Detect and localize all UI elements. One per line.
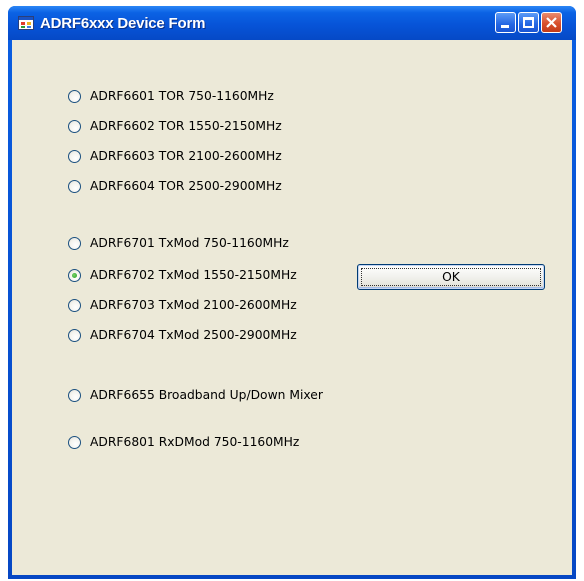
radio-button-icon[interactable] (68, 179, 81, 193)
title-bar[interactable]: ADRF6xxx Device Form (8, 6, 576, 40)
radio-adrf6701[interactable]: ADRF6701 TxMod 750-1160MHz (68, 233, 289, 253)
ok-button[interactable]: OK (357, 264, 545, 290)
radio-label: ADRF6604 TOR 2500-2900MHz (90, 179, 282, 193)
radio-label: ADRF6801 RxDMod 750-1160MHz (90, 435, 300, 449)
radio-adrf6703[interactable]: ADRF6703 TxMod 2100-2600MHz (68, 295, 297, 315)
app-icon[interactable] (18, 16, 34, 30)
radio-adrf6655[interactable]: ADRF6655 Broadband Up/Down Mixer (68, 385, 323, 405)
minimize-icon (501, 25, 509, 28)
maximize-icon (523, 17, 534, 28)
device-form-window: ADRF6xxx Device Form ADRF6601 TOR 750-11… (8, 6, 576, 579)
radio-adrf6603[interactable]: ADRF6603 TOR 2100-2600MHz (68, 146, 282, 166)
close-icon (546, 17, 557, 28)
radio-button-icon[interactable] (68, 149, 81, 163)
form-client-area: ADRF6601 TOR 750-1160MHz ADRF6602 TOR 15… (12, 40, 572, 575)
radio-label: ADRF6602 TOR 1550-2150MHz (90, 119, 282, 133)
radio-label: ADRF6704 TxMod 2500-2900MHz (90, 328, 297, 342)
radio-label: ADRF6601 TOR 750-1160MHz (90, 89, 274, 103)
radio-button-icon[interactable] (68, 435, 81, 449)
radio-label: ADRF6703 TxMod 2100-2600MHz (90, 298, 297, 312)
radio-button-icon[interactable] (68, 388, 81, 402)
radio-label: ADRF6702 TxMod 1550-2150MHz (90, 268, 297, 282)
radio-adrf6704[interactable]: ADRF6704 TxMod 2500-2900MHz (68, 325, 297, 345)
radio-label: ADRF6603 TOR 2100-2600MHz (90, 149, 282, 163)
radio-adrf6601[interactable]: ADRF6601 TOR 750-1160MHz (68, 86, 274, 106)
radio-selected-dot (72, 272, 77, 278)
radio-adrf6604[interactable]: ADRF6604 TOR 2500-2900MHz (68, 176, 282, 196)
radio-adrf6801[interactable]: ADRF6801 RxDMod 750-1160MHz (68, 432, 299, 452)
radio-label: ADRF6701 TxMod 750-1160MHz (90, 236, 289, 250)
focus-rectangle (361, 268, 541, 286)
maximize-button[interactable] (518, 12, 539, 33)
minimize-button[interactable] (495, 12, 516, 33)
radio-button-icon[interactable] (68, 89, 81, 103)
radio-button-icon[interactable] (68, 328, 81, 342)
radio-button-icon[interactable] (68, 119, 81, 133)
radio-adrf6702[interactable]: ADRF6702 TxMod 1550-2150MHz (68, 265, 297, 285)
radio-button-icon[interactable] (68, 236, 81, 250)
radio-button-selected-icon[interactable] (68, 268, 81, 282)
radio-label: ADRF6655 Broadband Up/Down Mixer (90, 388, 323, 402)
radio-adrf6602[interactable]: ADRF6602 TOR 1550-2150MHz (68, 116, 282, 136)
window-title: ADRF6xxx Device Form (40, 15, 206, 32)
close-button[interactable] (541, 12, 562, 33)
radio-button-icon[interactable] (68, 298, 81, 312)
